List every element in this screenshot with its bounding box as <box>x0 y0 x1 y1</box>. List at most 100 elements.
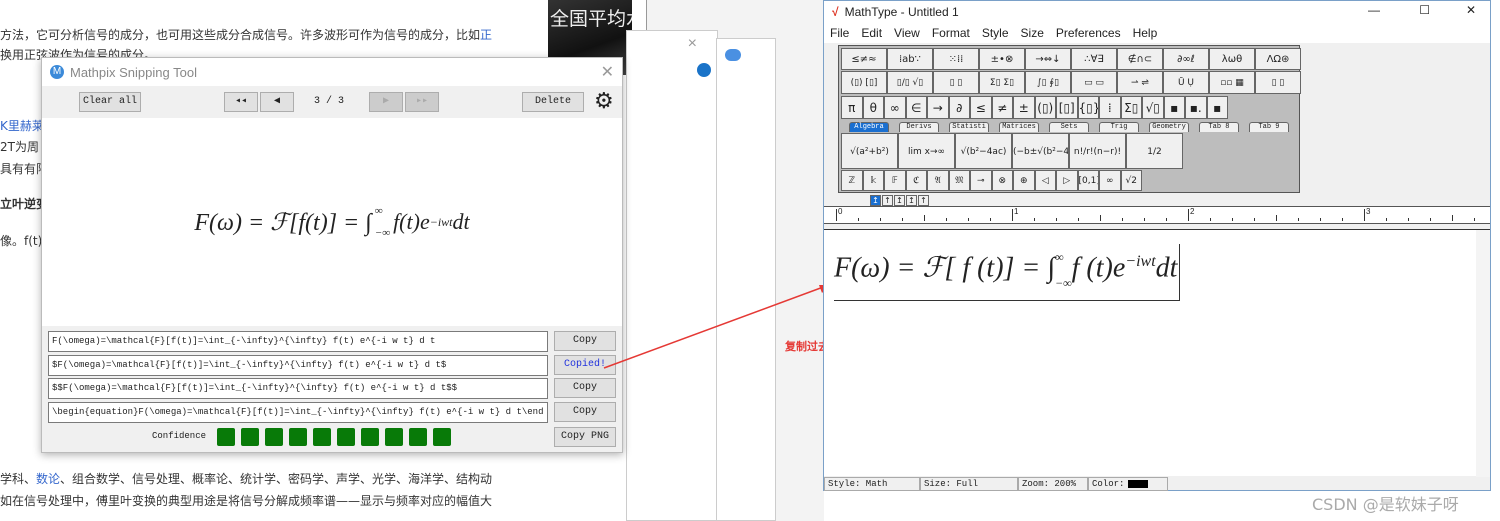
menu-view[interactable]: View <box>894 26 920 40</box>
toolbar-button[interactable]: ▫▫ ▦ <box>1209 71 1255 94</box>
toolbar-button[interactable]: 𝕜 <box>862 170 884 191</box>
toolbar-button[interactable]: ∞ <box>884 96 906 119</box>
toolbar-button[interactable]: (▯) [▯] <box>841 71 887 94</box>
toolbar-button[interactable]: ≤≠≈ <box>841 48 887 70</box>
toolbar-button[interactable]: (▯) <box>1034 96 1056 119</box>
toolbar-button[interactable]: Ū Ụ <box>1163 71 1209 94</box>
maximize-icon[interactable]: ☐ <box>1419 3 1430 17</box>
toolbar-button[interactable]: →⇔↓ <box>1025 48 1071 70</box>
color-swatch[interactable] <box>1128 480 1149 488</box>
toolbar-button[interactable]: ∉∩⊂ <box>1117 48 1163 70</box>
tab-algebra[interactable]: Algebra <box>849 122 889 132</box>
menu-format[interactable]: Format <box>932 26 970 40</box>
toolbar-button[interactable]: ⊗ <box>991 170 1013 191</box>
mathtype-logo-icon: √ <box>832 5 839 19</box>
toolbar-button[interactable]: ∞ <box>1099 170 1121 191</box>
toolbar-button[interactable]: 𝔐 <box>948 170 970 191</box>
toolbar-button[interactable]: ⁞ab∵ <box>887 48 933 70</box>
ruler-tick <box>924 215 925 221</box>
toolbar-button[interactable]: ▯ ▯ <box>933 71 979 94</box>
toolbar-button[interactable]: λωθ <box>1209 48 1255 70</box>
toolbar-button[interactable]: Σ▯ Σ▯ <box>979 71 1025 94</box>
ruler-tick <box>1254 218 1255 221</box>
toolbar-button[interactable]: √2 <box>1120 170 1142 191</box>
tab-matrices[interactable]: Matrices <box>999 122 1039 132</box>
tab-tab-8[interactable]: Tab 8 <box>1199 122 1239 132</box>
toolbar-button[interactable]: ∈ <box>905 96 927 119</box>
ruler-tick <box>1078 218 1079 221</box>
toolbar-button[interactable]: ∂∞ℓ <box>1163 48 1209 70</box>
toolbar-button[interactable]: lim x→∞ <box>898 133 955 169</box>
nudge-button[interactable]: ↥ <box>894 195 905 206</box>
toolbar-button[interactable]: [▯] <box>1056 96 1078 119</box>
toolbar-button[interactable]: Σ▯ <box>1120 96 1142 119</box>
equation[interactable]: F(ω) = ℱ[ f (t)] = ∫ ∞ −∞ f (t)e−iwtdt <box>834 244 1181 301</box>
toolbar-button[interactable]: ℤ <box>841 170 863 191</box>
toolbar-button[interactable]: 𝔽 <box>884 170 906 191</box>
toolbar-button[interactable]: ℭ <box>905 170 927 191</box>
toolbar-button[interactable]: 1/2 <box>1126 133 1183 169</box>
toolbar-button[interactable]: ▷ <box>1056 170 1078 191</box>
tab-derivs[interactable]: Derivs <box>899 122 939 132</box>
toolbar-button[interactable]: {▯} <box>1077 96 1099 119</box>
nudge-buttons: ↥ ↑ ↥ ↥ ↑ <box>870 195 929 206</box>
equation-editor[interactable]: F(ω) = ℱ[ f (t)] = ∫ ∞ −∞ f (t)e−iwtdt <box>824 229 1490 477</box>
toolbar-button[interactable]: θ <box>862 96 884 119</box>
menu-help[interactable]: Help <box>1133 26 1158 40</box>
ruler-tick <box>1430 218 1431 221</box>
toolbar-button[interactable]: ▯ ▯ <box>1255 71 1301 94</box>
toolbar-button[interactable]: ▯/▯ √▯ <box>887 71 933 94</box>
close-icon[interactable]: ✕ <box>1466 3 1476 17</box>
toolbar-button[interactable]: ∴∀∃ <box>1071 48 1117 70</box>
toolbar-button[interactable]: ± <box>1013 96 1035 119</box>
toolbar-button[interactable]: π <box>841 96 863 119</box>
watermark: CSDN @是软妹子呀 <box>1312 495 1459 514</box>
menu-file[interactable]: File <box>830 26 849 40</box>
toolbar-button[interactable]: ▪. <box>1185 96 1207 119</box>
toolbar-button[interactable]: ≠ <box>991 96 1013 119</box>
menu-preferences[interactable]: Preferences <box>1056 26 1121 40</box>
toolbar-button[interactable]: → <box>927 96 949 119</box>
toolbar-button[interactable]: ⁞ <box>1099 96 1121 119</box>
toolbar-button[interactable]: ⊕ <box>1013 170 1035 191</box>
menu-bar: File Edit View Format Style Size Preferences He… <box>824 23 1490 43</box>
toolbar-button[interactable]: ∫▯ ∮▯ <box>1025 71 1071 94</box>
tab-statisti[interactable]: Statisti <box>949 122 989 132</box>
tab-tab-9[interactable]: Tab 9 <box>1249 122 1289 132</box>
nudge-button[interactable]: ↑ <box>918 195 929 206</box>
toolbar-button[interactable]: ⇀ ⇌ <box>1117 71 1163 94</box>
tab-sets[interactable]: Sets <box>1049 122 1089 132</box>
toolbar-button[interactable]: √(b²−4ac) <box>955 133 1012 169</box>
ruler-tick <box>946 218 947 221</box>
toolbar-button[interactable]: ▪ <box>1163 96 1185 119</box>
mathtype-window: √ MathType - Untitled 1 — ☐ ✕ File Edit Vi… <box>823 0 1491 491</box>
scrollbar[interactable] <box>1476 230 1490 477</box>
toolbar-button[interactable]: 𝔄 <box>927 170 949 191</box>
tab-trig[interactable]: Trig <box>1099 122 1139 132</box>
toolbar-button[interactable]: ▪ <box>1206 96 1228 119</box>
toolbar-button[interactable]: n!/r!(n−r)! <box>1069 133 1126 169</box>
toolbar-button[interactable]: √▯ <box>1142 96 1164 119</box>
toolbar-button[interactable]: ⊸ <box>970 170 992 191</box>
nudge-button[interactable]: ↑ <box>882 195 893 206</box>
nudge-button[interactable]: ↥ <box>870 195 881 206</box>
menu-style[interactable]: Style <box>982 26 1009 40</box>
toolbar-button[interactable]: ∂ <box>948 96 970 119</box>
tab-geometry[interactable]: Geometry <box>1149 122 1189 132</box>
menu-edit[interactable]: Edit <box>861 26 882 40</box>
toolbar-button[interactable]: [0,1] <box>1077 170 1099 191</box>
status-style: Style: Math <box>824 477 920 491</box>
nudge-button[interactable]: ↥ <box>906 195 917 206</box>
toolbar-button[interactable]: ±•⊗ <box>979 48 1025 70</box>
ruler-label: 1 <box>1014 207 1019 216</box>
toolbar-button[interactable]: ◁ <box>1034 170 1056 191</box>
menu-size[interactable]: Size <box>1021 26 1044 40</box>
minimize-icon[interactable]: — <box>1368 3 1380 17</box>
toolbar-button[interactable]: ΛΩ⊛ <box>1255 48 1301 70</box>
toolbar-button[interactable]: (−b±√(b²−4ac))/2a <box>1012 133 1069 169</box>
ruler[interactable]: 0 1 2 3 <box>824 206 1490 224</box>
toolbar-button[interactable]: √(a²+b²) <box>841 133 898 169</box>
toolbar-button[interactable]: ▭ ▭ <box>1071 71 1117 94</box>
toolbar-button[interactable]: ≤ <box>970 96 992 119</box>
toolbar-button[interactable]: ⁙⁞⁞ <box>933 48 979 70</box>
